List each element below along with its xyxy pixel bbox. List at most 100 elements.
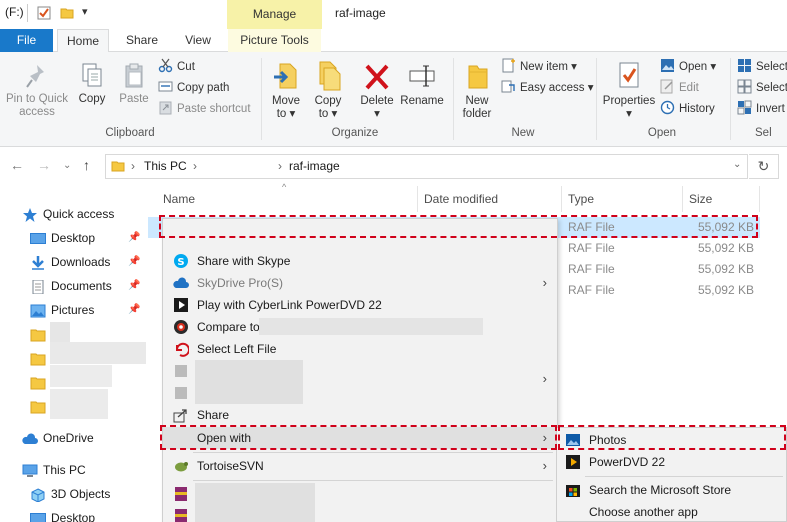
- title-bar: (F:) ▾ Manage raf-image: [0, 0, 787, 30]
- submenu-item-choose-another[interactable]: Choose another app: [557, 501, 786, 522]
- recent-dropdown-icon[interactable]: ⌄: [63, 160, 71, 171]
- tab-manage[interactable]: Manage: [227, 0, 322, 30]
- rename-label: Rename: [400, 95, 444, 107]
- winrar-icon: [173, 486, 189, 502]
- pin-icon[interactable]: 📌: [128, 227, 140, 249]
- nav-downloads[interactable]: Downloads 📌: [30, 251, 148, 273]
- properties-qat-icon[interactable]: [37, 6, 51, 20]
- column-separator[interactable]: [682, 186, 683, 212]
- pin-icon[interactable]: 📌: [128, 299, 140, 321]
- menu-separator: [193, 480, 553, 481]
- column-header-name[interactable]: Name: [163, 186, 195, 212]
- invert-selection-button[interactable]: Invert: [737, 100, 785, 120]
- submenu-chevron-icon: ›: [542, 458, 547, 473]
- skydrive-cloud-icon: [173, 275, 189, 291]
- nav-documents[interactable]: Documents 📌: [30, 275, 148, 297]
- column-header-date-modified[interactable]: Date modified: [424, 186, 498, 212]
- easy-access-button[interactable]: Easy access ▾: [501, 79, 594, 99]
- rename-button[interactable]: Rename: [399, 60, 445, 108]
- copy-to-button[interactable]: Copy to ▾: [309, 60, 347, 121]
- menu-item-redacted[interactable]: [163, 483, 557, 522]
- copy-button[interactable]: Copy: [74, 62, 110, 106]
- paste-shortcut-button[interactable]: Paste shortcut: [158, 100, 251, 120]
- nav-quick-access-label: Quick access: [43, 207, 115, 221]
- forward-arrow-icon[interactable]: →: [37, 157, 51, 173]
- cloud-icon: [22, 431, 38, 445]
- nav-this-pc-label: This PC: [43, 463, 86, 477]
- nav-pictures[interactable]: Pictures 📌: [30, 299, 148, 321]
- new-group-label: New: [511, 127, 535, 139]
- column-separator[interactable]: [759, 186, 760, 212]
- pictures-icon: [30, 303, 46, 318]
- new-folder-label-2: folder: [462, 108, 492, 120]
- column-header-size[interactable]: Size: [689, 186, 712, 212]
- new-folder-qat-icon[interactable]: [60, 6, 74, 20]
- nav-desktop-label: Desktop: [51, 231, 96, 245]
- breadcrumb-raf-image[interactable]: raf-image: [289, 159, 340, 173]
- tab-file[interactable]: File: [0, 29, 53, 52]
- share-icon: [173, 407, 189, 423]
- paste-shortcut-icon: [158, 100, 173, 115]
- submenu-item-label: Choose another app: [589, 505, 698, 519]
- submenu-item-powerdvd[interactable]: PowerDVD 22: [557, 451, 786, 473]
- navigation-pane: Quick access Desktop 📌 Downloads 📌 Docum…: [0, 185, 148, 522]
- tab-picture-tools[interactable]: Picture Tools: [228, 29, 321, 52]
- sort-caret-icon: ^: [282, 182, 287, 192]
- select-all-icon: [737, 58, 752, 73]
- new-folder-button[interactable]: New folder: [457, 60, 497, 121]
- new-item-button[interactable]: New item ▾: [501, 58, 577, 78]
- open-button[interactable]: Open ▾: [660, 58, 716, 78]
- select-none-button[interactable]: Select: [737, 79, 787, 99]
- pin-quick-access-button[interactable]: Pin to Quick access: [3, 62, 71, 119]
- cut-button[interactable]: Cut: [158, 58, 195, 78]
- tab-home[interactable]: Home: [57, 29, 109, 53]
- menu-item-share[interactable]: Share: [163, 404, 557, 426]
- refresh-icon[interactable]: ↻: [749, 154, 779, 179]
- tab-share[interactable]: Share: [120, 29, 164, 52]
- ribbon-separator: [261, 58, 262, 140]
- address-bar[interactable]: › This PC › › raf-image ⌄: [105, 154, 748, 179]
- address-dropdown-icon[interactable]: ⌄: [733, 159, 741, 170]
- qat-dropdown-icon[interactable]: ▾: [82, 5, 88, 18]
- pin-icon[interactable]: 📌: [128, 275, 140, 297]
- tab-view[interactable]: View: [176, 29, 220, 52]
- edit-button[interactable]: Edit: [660, 79, 699, 99]
- properties-button[interactable]: Properties ▾: [601, 60, 657, 121]
- nav-desktop[interactable]: Desktop 📌: [30, 227, 148, 249]
- address-row: ← → ⌄ ↑ › This PC › › raf-image ⌄ ↻: [0, 147, 787, 183]
- rename-icon: [408, 60, 436, 92]
- back-arrow-icon[interactable]: ←: [10, 157, 24, 173]
- menu-item-compare-to[interactable]: Compare to: [163, 316, 557, 338]
- divider: [27, 4, 28, 22]
- select-none-label: Select: [756, 82, 787, 94]
- menu-item-share-skype[interactable]: S Share with Skype: [163, 250, 557, 272]
- menu-item-label: Select Left File: [197, 342, 277, 356]
- nav-downloads-label: Downloads: [51, 255, 111, 269]
- column-separator[interactable]: [417, 186, 418, 212]
- menu-item-tortoisesvn[interactable]: TortoiseSVN ›: [163, 455, 557, 477]
- copy-to-label-2: to: [318, 108, 329, 120]
- paste-button[interactable]: Paste: [116, 62, 152, 106]
- column-separator[interactable]: [561, 186, 562, 212]
- menu-item-redacted[interactable]: ›: [163, 360, 557, 404]
- up-arrow-icon[interactable]: ↑: [83, 157, 90, 173]
- menu-item-skydrive[interactable]: SkyDrive Pro(S) ›: [163, 272, 557, 294]
- select-all-button[interactable]: Select: [737, 58, 787, 78]
- select-group-label: Sel: [755, 127, 772, 139]
- history-button[interactable]: History: [660, 100, 715, 120]
- history-label: History: [679, 103, 715, 115]
- submenu-item-store[interactable]: Search the Microsoft Store: [557, 479, 786, 501]
- pin-icon[interactable]: 📌: [128, 251, 140, 273]
- tortoisesvn-icon: [173, 458, 189, 474]
- copy-to-label-1: Copy: [314, 95, 342, 107]
- menu-item-cyberlink[interactable]: Play with CyberLink PowerDVD 22: [163, 294, 557, 316]
- file-size: 55,092 KB: [697, 283, 754, 297]
- ribbon-tabs: File Home Share View Picture Tools: [0, 29, 787, 53]
- move-to-button[interactable]: Move to ▾: [267, 60, 305, 121]
- column-header-type[interactable]: Type: [568, 186, 594, 212]
- breadcrumb-this-pc[interactable]: This PC: [144, 159, 187, 173]
- menu-item-select-left[interactable]: Select Left File: [163, 338, 557, 360]
- delete-button[interactable]: Delete ▾: [357, 60, 397, 121]
- menu-item-label: Compare to: [197, 320, 260, 334]
- copy-path-button[interactable]: Copy path: [158, 79, 229, 99]
